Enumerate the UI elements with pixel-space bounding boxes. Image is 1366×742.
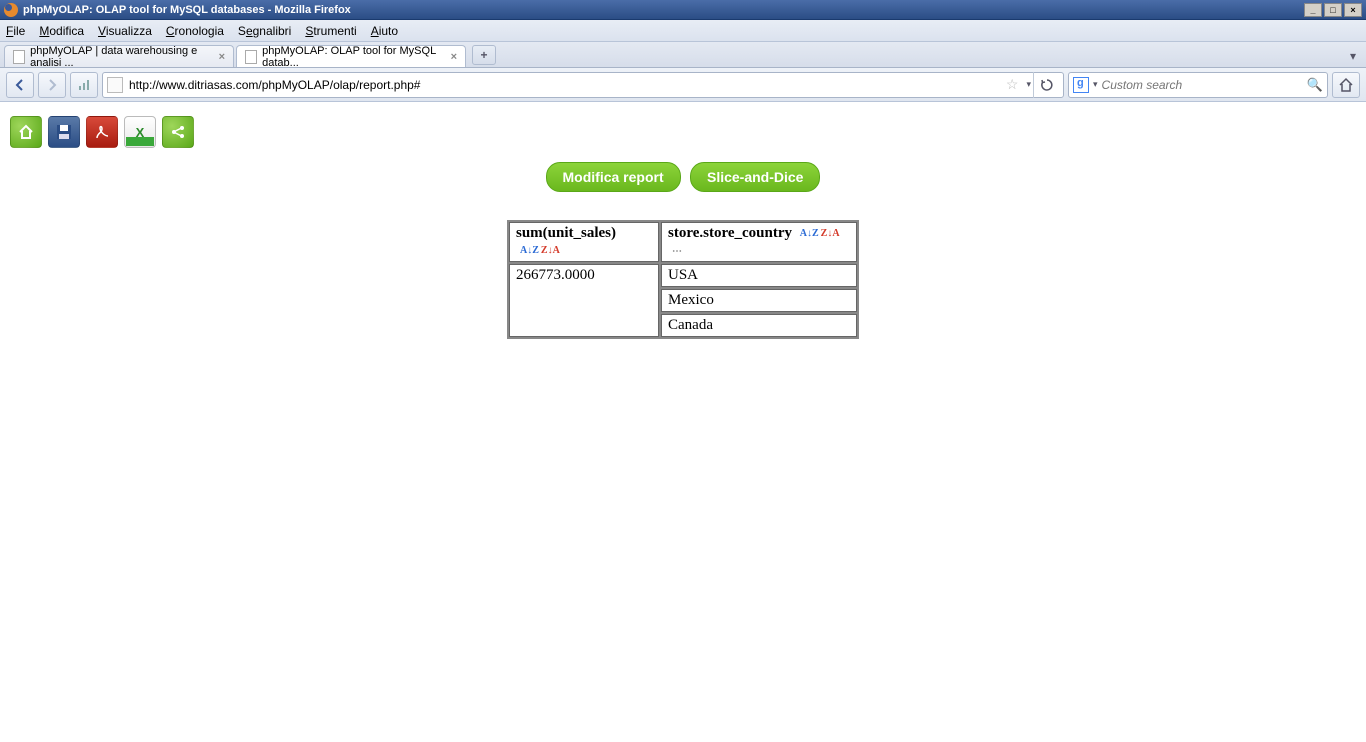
menu-strumenti[interactable]: Strumenti	[305, 24, 356, 38]
share-button[interactable]	[162, 116, 194, 148]
menubar: File Modifica Visualizza Cronologia Segn…	[0, 20, 1366, 42]
detail-icon[interactable]: ⋯	[672, 246, 683, 257]
search-submit-icon[interactable]: 🔍	[1307, 77, 1323, 93]
navigation-bar: ☆ ▾ ▾ 🔍	[0, 68, 1366, 102]
url-dropdown-icon[interactable]: ▾	[1026, 79, 1031, 90]
olap-report-table: sum(unit_sales) A↓Z Z↓A store.store_coun…	[507, 220, 859, 339]
search-bar[interactable]: ▾ 🔍	[1068, 72, 1328, 98]
export-excel-button[interactable]: X	[124, 116, 156, 148]
back-button[interactable]	[6, 72, 34, 98]
site-identity-icon[interactable]	[107, 77, 123, 93]
dimension-value-cell: Canada	[661, 314, 857, 337]
tab-strip: phpMyOLAP | data warehousing e analisi .…	[0, 42, 1366, 68]
menu-file[interactable]: File	[6, 24, 25, 38]
menu-visualizza[interactable]: Visualizza	[98, 24, 152, 38]
modify-report-button[interactable]: Modifica report	[546, 162, 681, 192]
tab-label: phpMyOLAP: OLAP tool for MySQL datab...	[262, 45, 442, 69]
app-toolbar: X	[10, 112, 1356, 162]
dimension-value-cell: Mexico	[661, 289, 857, 312]
slice-and-dice-button[interactable]: Slice-and-Dice	[690, 162, 820, 192]
dimension-value-cell: USA	[661, 264, 857, 287]
search-engine-dropdown-icon[interactable]: ▾	[1093, 79, 1098, 90]
url-bar[interactable]: ☆ ▾	[102, 72, 1064, 98]
tab-1[interactable]: phpMyOLAP: OLAP tool for MySQL datab... …	[236, 45, 466, 67]
bookmark-star-icon[interactable]: ☆	[1006, 76, 1019, 93]
page-content: X Modifica report Slice-and-Dice sum(uni…	[0, 102, 1366, 349]
dimension-header-label: store.store_country	[668, 225, 792, 241]
tab-label: phpMyOLAP | data warehousing e analisi .…	[30, 45, 210, 69]
google-search-icon[interactable]	[1073, 77, 1089, 93]
maximize-button[interactable]: □	[1324, 3, 1342, 17]
table-row: 266773.0000 USA	[509, 264, 857, 287]
tab-close-icon[interactable]: ×	[219, 51, 225, 63]
save-button[interactable]	[48, 116, 80, 148]
minimize-button[interactable]: _	[1304, 3, 1322, 17]
window-titlebar: phpMyOLAP: OLAP tool for MySQL databases…	[0, 0, 1366, 20]
tab-close-icon[interactable]: ×	[451, 51, 457, 63]
measure-header-label: sum(unit_sales)	[516, 225, 616, 241]
page-icon	[245, 50, 257, 64]
sort-desc-icon[interactable]: Z↓A	[541, 246, 560, 256]
measure-header-cell: sum(unit_sales) A↓Z Z↓A	[509, 222, 659, 262]
sort-desc-icon[interactable]: Z↓A	[821, 229, 840, 239]
sort-asc-icon[interactable]: A↓Z	[800, 229, 819, 239]
dimension-header-cell: store.store_country A↓Z Z↓A ⋯	[661, 222, 857, 262]
export-pdf-button[interactable]	[86, 116, 118, 148]
activity-button[interactable]	[70, 72, 98, 98]
new-tab-button[interactable]: +	[472, 45, 496, 65]
firefox-icon	[4, 3, 18, 17]
measure-value-cell: 266773.0000	[509, 264, 659, 337]
action-row: Modifica report Slice-and-Dice	[10, 162, 1356, 192]
tab-overflow-button[interactable]: ▾	[1344, 47, 1362, 65]
url-input[interactable]	[129, 78, 1000, 92]
page-icon	[13, 50, 25, 64]
menu-aiuto[interactable]: Aiuto	[371, 24, 398, 38]
home-button[interactable]	[1332, 72, 1360, 98]
excel-bar	[126, 137, 154, 146]
close-window-button[interactable]: ×	[1344, 3, 1362, 17]
sort-asc-icon[interactable]: A↓Z	[520, 246, 539, 256]
app-home-button[interactable]	[10, 116, 42, 148]
tab-0[interactable]: phpMyOLAP | data warehousing e analisi .…	[4, 45, 234, 67]
window-title: phpMyOLAP: OLAP tool for MySQL databases…	[23, 4, 351, 16]
menu-modifica[interactable]: Modifica	[39, 24, 84, 38]
forward-button[interactable]	[38, 72, 66, 98]
menu-segnalibri[interactable]: Segnalibri	[238, 24, 291, 38]
menu-cronologia[interactable]: Cronologia	[166, 24, 224, 38]
search-input[interactable]	[1102, 78, 1307, 92]
reload-button[interactable]	[1033, 72, 1059, 98]
